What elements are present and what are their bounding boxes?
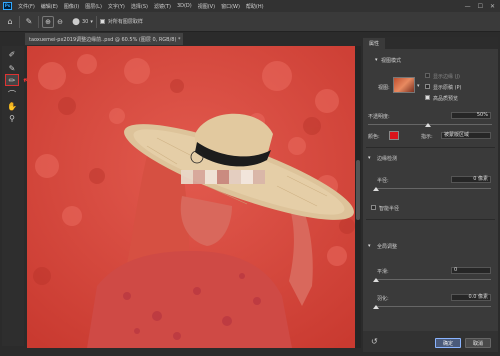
smooth-slider-knob[interactable] bbox=[373, 278, 379, 282]
lasso-tool-icon[interactable]: ⌒ bbox=[5, 88, 19, 100]
canvas-area[interactable] bbox=[27, 46, 357, 348]
reset-icon[interactable]: ↺ bbox=[371, 337, 378, 346]
chevron-down-icon[interactable]: ▾ bbox=[90, 19, 93, 25]
feather-slider[interactable] bbox=[375, 306, 491, 307]
cancel-button[interactable]: 取消 bbox=[465, 338, 491, 348]
canvas-image bbox=[27, 46, 357, 348]
show-edge-label: 显示边缘 (J) bbox=[433, 74, 460, 80]
divider bbox=[19, 15, 20, 28]
brush-size-dot-icon[interactable]: ● bbox=[70, 16, 82, 28]
close-window-button[interactable]: ✕ bbox=[490, 3, 495, 10]
view-label: 视图: bbox=[378, 85, 390, 91]
opacity-label: 不透明度: bbox=[368, 114, 390, 120]
radius-slider-knob[interactable] bbox=[373, 187, 379, 191]
panel-tab-properties[interactable]: 属性 bbox=[363, 37, 386, 49]
smooth-input[interactable]: 0 bbox=[451, 267, 491, 274]
show-original-label: 显示原稿 (P) bbox=[433, 85, 462, 91]
chevron-down-icon[interactable]: ▾ bbox=[368, 155, 371, 161]
color-label: 颜色: bbox=[368, 134, 380, 140]
photoshop-window: Ps 文件(F) 编辑(E) 图像(I) 图层(L) 文字(Y) 选择(S) 滤… bbox=[0, 0, 500, 356]
quick-selection-tool-icon[interactable]: ✐ bbox=[5, 48, 19, 60]
smart-radius-label: 智能半径 bbox=[379, 206, 400, 212]
menu-image[interactable]: 图像(I) bbox=[64, 3, 79, 10]
global-refine-section-title: 全局调整 bbox=[377, 244, 398, 250]
opacity-input[interactable]: 50% bbox=[451, 112, 491, 119]
brush-size-value[interactable]: 30 bbox=[82, 19, 88, 25]
menu-select[interactable]: 选择(S) bbox=[131, 3, 148, 10]
brush-tool-preset-icon[interactable]: ✎ bbox=[23, 16, 35, 28]
subtract-from-selection-icon[interactable]: ⊖ bbox=[54, 16, 66, 28]
menu-window[interactable]: 窗口(W) bbox=[221, 3, 240, 10]
opacity-slider-knob[interactable] bbox=[425, 123, 431, 127]
document-tab-bar: taoxuemei-px2019调整边缘前..psd @ 60.5% (图层 0… bbox=[25, 33, 355, 45]
minimize-button[interactable]: — bbox=[465, 3, 471, 10]
view-mode-thumbnail[interactable] bbox=[393, 77, 415, 93]
divider bbox=[38, 15, 39, 28]
brush-tool-icon[interactable]: ✏ bbox=[5, 74, 19, 86]
feather-label: 羽化: bbox=[377, 296, 389, 302]
chevron-down-icon[interactable]: ▾ bbox=[375, 57, 378, 63]
menu-layer[interactable]: 图层(L) bbox=[85, 3, 102, 10]
feather-slider-knob[interactable] bbox=[373, 305, 379, 309]
show-edge-checkbox[interactable] bbox=[425, 73, 430, 78]
zoom-tool-icon[interactable]: ⚲ bbox=[5, 112, 19, 124]
panel-header: 属性 bbox=[363, 37, 498, 49]
properties-panel: 属性 ▾ 视图模式 视图: ▾ 显示边缘 (J) 显示原稿 (P) 高品质预览 … bbox=[363, 37, 498, 352]
refine-edge-brush-icon[interactable]: ✎ bbox=[5, 62, 19, 74]
view-mode-section-title: 视图模式 bbox=[381, 58, 402, 64]
scrollbar-thumb[interactable] bbox=[356, 160, 360, 220]
smart-radius-checkbox[interactable] bbox=[371, 205, 376, 210]
maximize-button[interactable]: ☐ bbox=[478, 3, 483, 10]
ok-button[interactable]: 确定 bbox=[435, 338, 461, 348]
hand-tool-icon[interactable]: ✋ bbox=[5, 100, 19, 112]
menu-file[interactable]: 文件(F) bbox=[18, 3, 35, 10]
radius-input[interactable]: 0 像素 bbox=[451, 176, 491, 183]
menu-help[interactable]: 帮助(H) bbox=[246, 3, 264, 10]
menu-view[interactable]: 视图(V) bbox=[198, 3, 215, 10]
radius-slider[interactable] bbox=[375, 188, 491, 189]
overlay-color-swatch[interactable] bbox=[389, 131, 399, 140]
menu-type[interactable]: 文字(Y) bbox=[108, 3, 125, 10]
chevron-down-icon[interactable]: ▾ bbox=[368, 243, 371, 249]
document-tab[interactable]: taoxuemei-px2019调整边缘前..psd @ 60.5% (图层 0… bbox=[25, 33, 183, 45]
sample-all-layers-checkbox[interactable] bbox=[99, 19, 105, 24]
smooth-slider[interactable] bbox=[375, 279, 491, 280]
indicates-select[interactable]: 被蒙版区域 bbox=[441, 132, 491, 139]
high-quality-preview-checkbox[interactable] bbox=[425, 95, 430, 100]
add-to-selection-icon[interactable]: ⊕ bbox=[42, 15, 54, 28]
divider bbox=[95, 15, 97, 28]
options-bar: ⌂ ✎ ⊕ ⊖ ● 30 ▾ 对所有图层取样 bbox=[0, 12, 500, 32]
menu-3d[interactable]: 3D(D) bbox=[177, 3, 192, 9]
feather-input[interactable]: 0.0 像素 bbox=[451, 294, 491, 301]
edge-detection-section-title: 边缘检测 bbox=[377, 156, 398, 162]
sample-all-layers-label: 对所有图层取样 bbox=[107, 19, 143, 25]
window-controls: — ☐ ✕ bbox=[465, 3, 500, 10]
show-original-checkbox[interactable] bbox=[425, 84, 430, 89]
document-title: taoxuemei-px2019调整边缘前..psd @ 60.5% (图层 0… bbox=[29, 36, 181, 43]
divider bbox=[366, 147, 495, 148]
photoshop-logo: Ps bbox=[3, 2, 12, 10]
smooth-label: 平滑: bbox=[377, 269, 389, 275]
high-quality-preview-label: 高品质预览 bbox=[433, 96, 459, 102]
tools-panel: ✐ ✎ ✏ ⌒ ✋ ⚲ bbox=[2, 46, 24, 346]
menu-bar: Ps 文件(F) 编辑(E) 图像(I) 图层(L) 文字(Y) 选择(S) 滤… bbox=[0, 0, 500, 12]
chevron-down-icon[interactable]: ▾ bbox=[417, 83, 420, 89]
menu-filter[interactable]: 滤镜(T) bbox=[154, 3, 171, 10]
indicates-label: 指示: bbox=[421, 134, 433, 140]
radius-label: 半径: bbox=[377, 178, 389, 184]
home-icon[interactable]: ⌂ bbox=[4, 16, 16, 28]
divider bbox=[366, 219, 495, 220]
menu-edit[interactable]: 编辑(E) bbox=[41, 3, 58, 10]
